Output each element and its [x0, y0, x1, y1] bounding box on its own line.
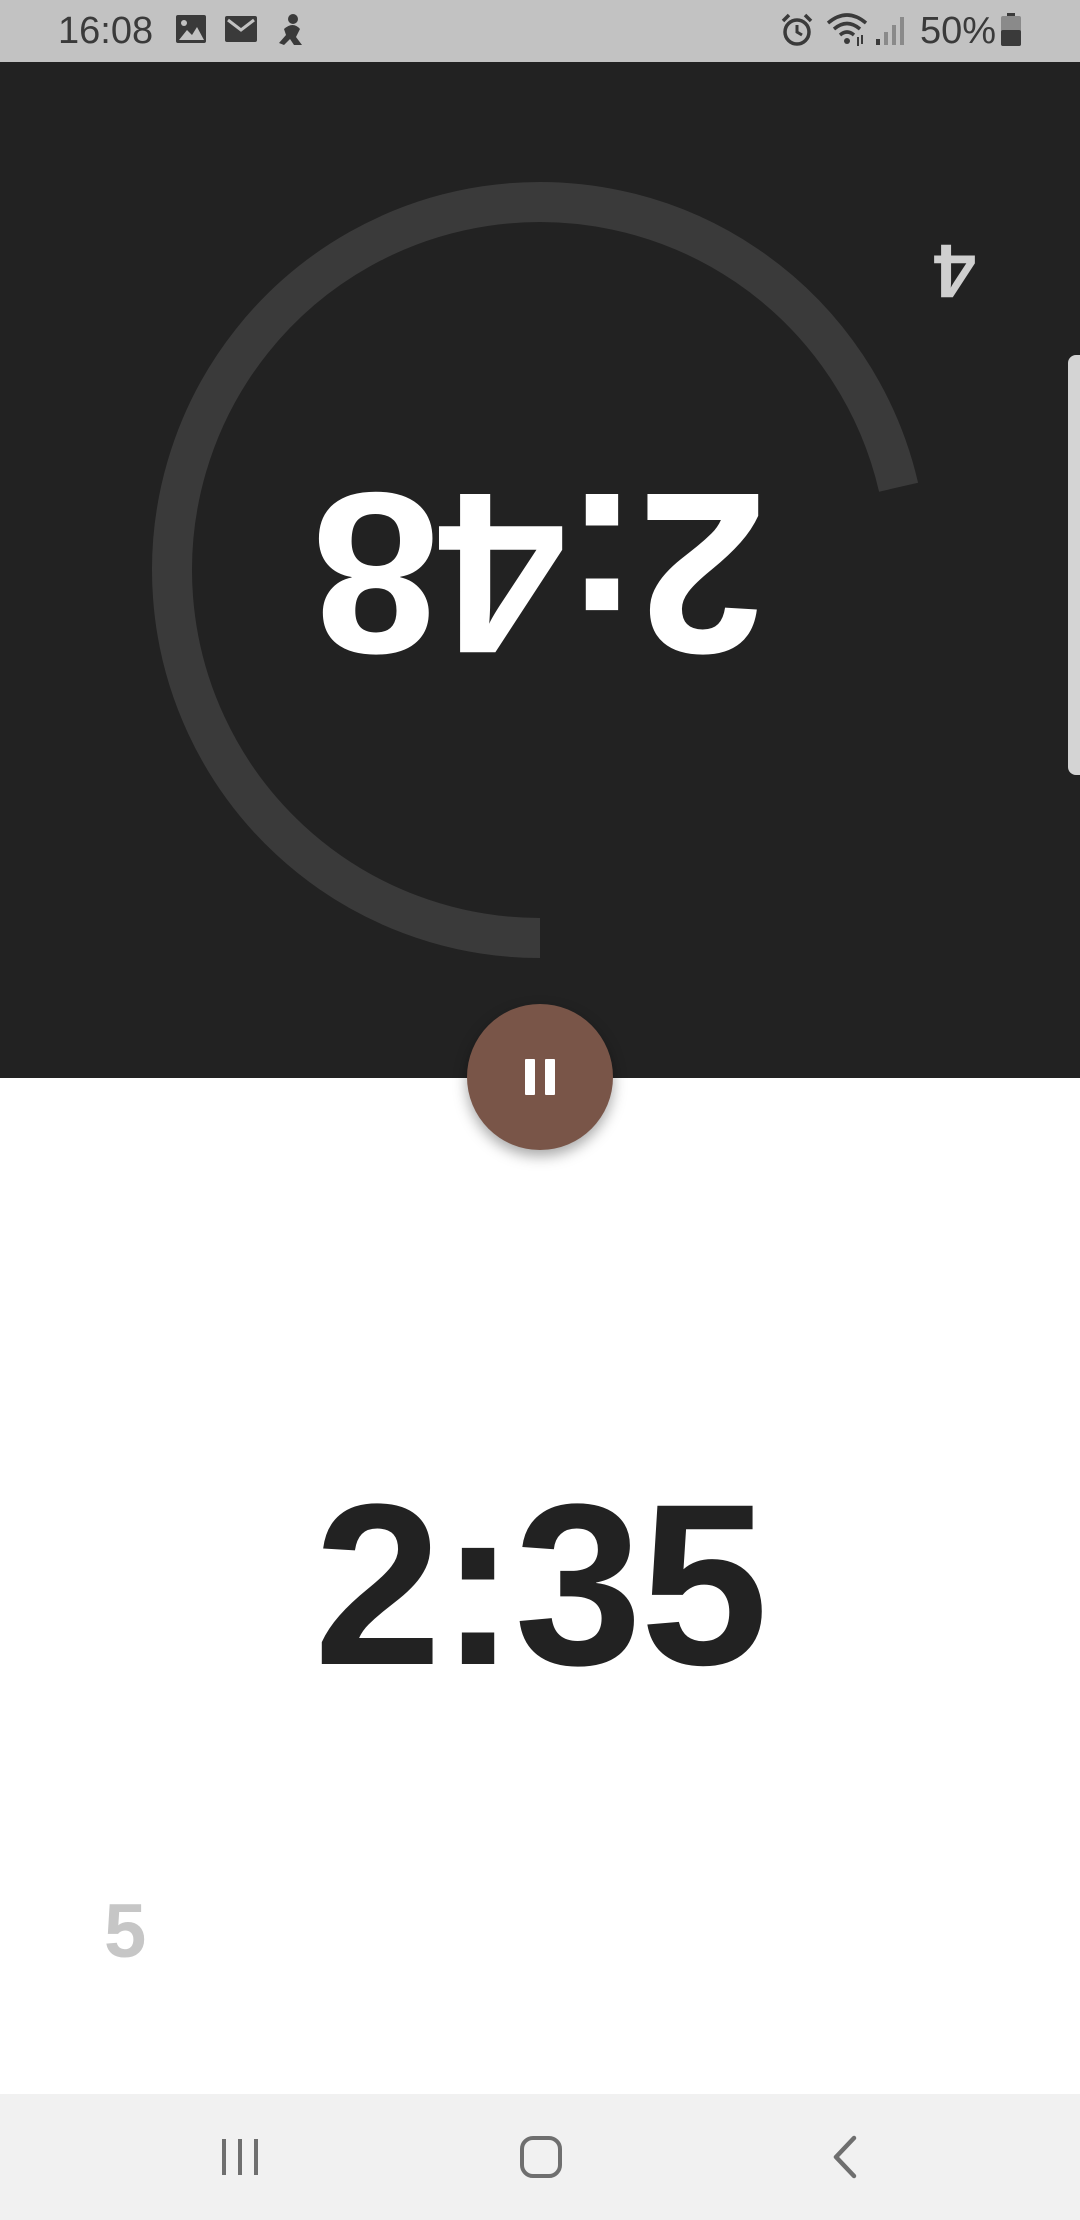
player-clock-time: 2:35 — [313, 1456, 768, 1713]
back-button[interactable] — [811, 2124, 877, 2190]
notification-figure-icon — [276, 13, 306, 52]
player-move-count: 5 — [104, 1889, 147, 1974]
alarm-icon — [780, 13, 814, 52]
opponent-move-count: 4 — [933, 228, 976, 313]
status-time: 16:08 — [58, 10, 154, 52]
edge-panel-handle[interactable] — [1068, 355, 1080, 775]
battery-icon — [1000, 13, 1022, 52]
opponent-clock-panel[interactable]: 2:48 4 — [0, 62, 1080, 1078]
image-icon — [175, 13, 207, 50]
signal-icon — [874, 13, 908, 52]
chess-clock-screen: 16:08 50% 2:48 4 2:35 5 — [0, 0, 1080, 2220]
battery-percentage: 50% — [920, 10, 997, 52]
player-clock-panel[interactable]: 2:35 5 — [0, 1078, 1080, 2094]
pause-button[interactable] — [467, 1004, 613, 1150]
back-icon — [833, 2135, 857, 2179]
status-bar: 16:08 50% — [0, 0, 1080, 62]
home-icon — [520, 2136, 562, 2178]
mail-icon — [224, 13, 258, 50]
wifi-icon — [826, 13, 868, 52]
recents-button[interactable] — [207, 2124, 273, 2190]
navigation-bar — [0, 2094, 1080, 2220]
home-button[interactable] — [508, 2124, 574, 2190]
recents-icon — [222, 2139, 258, 2175]
pause-icon — [520, 1059, 560, 1095]
opponent-clock-time: 2:48 — [313, 445, 767, 702]
